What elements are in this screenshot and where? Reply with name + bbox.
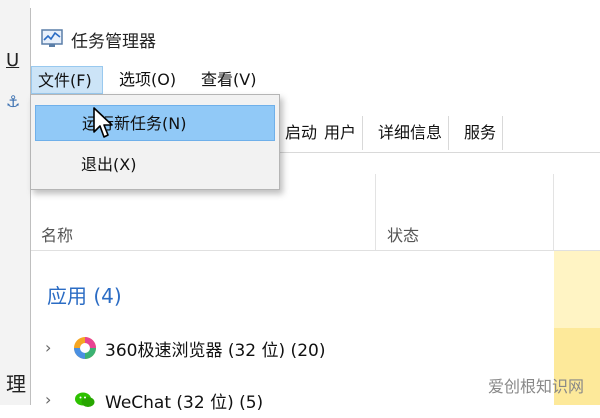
column-divider[interactable] (375, 174, 376, 250)
file-dropdown-menu: 运行新任务(N) 退出(X) (30, 94, 280, 190)
title-bar: 任务管理器 (31, 8, 600, 60)
background-anchor-icon: ⚓ (6, 92, 21, 111)
window-title: 任务管理器 (71, 32, 156, 52)
tab-details[interactable]: 详细信息 (372, 116, 450, 150)
column-name-header[interactable]: 名称 (41, 222, 73, 246)
chevron-right-icon[interactable]: › (45, 338, 51, 357)
background-underline-text: U (6, 50, 20, 71)
menu-options[interactable]: 选项(O) (113, 66, 182, 94)
menu-item-exit[interactable]: 退出(X) (35, 147, 275, 183)
process-name: 360极速浏览器 (32 位) (20) (105, 341, 326, 361)
task-manager-window: 任务管理器 文件(F) 选项(O) 查看(V) 启动 用户 详细信息 服务 名称… (30, 8, 600, 413)
menu-view[interactable]: 查看(V) (195, 66, 262, 94)
watermark-text: 爱创根知识网 (487, 377, 584, 396)
360-browser-icon (74, 337, 96, 359)
tab-services[interactable]: 服务 (458, 116, 504, 150)
process-row[interactable]: › 360极速浏览器 (32 位) (20) (31, 330, 553, 366)
mouse-cursor-icon (93, 107, 113, 138)
background-partial-text: 理 (6, 372, 26, 396)
task-manager-icon (41, 29, 63, 47)
tab-users[interactable]: 用户 (318, 116, 364, 150)
apps-group-title: 应用 (4) (47, 284, 122, 308)
menu-item-run-new-task[interactable]: 运行新任务(N) (35, 105, 275, 141)
wechat-icon (75, 392, 95, 407)
process-row[interactable]: › WeChat (32 位) (5) (31, 382, 553, 418)
column-status-header[interactable]: 状态 (387, 222, 419, 246)
process-name: WeChat (32 位) (5) (105, 393, 264, 413)
chevron-right-icon[interactable]: › (45, 390, 51, 409)
column-divider[interactable] (553, 174, 554, 250)
menu-bar: 文件(F) 选项(O) 查看(V) (31, 66, 600, 94)
menu-file[interactable]: 文件(F) (31, 66, 103, 94)
